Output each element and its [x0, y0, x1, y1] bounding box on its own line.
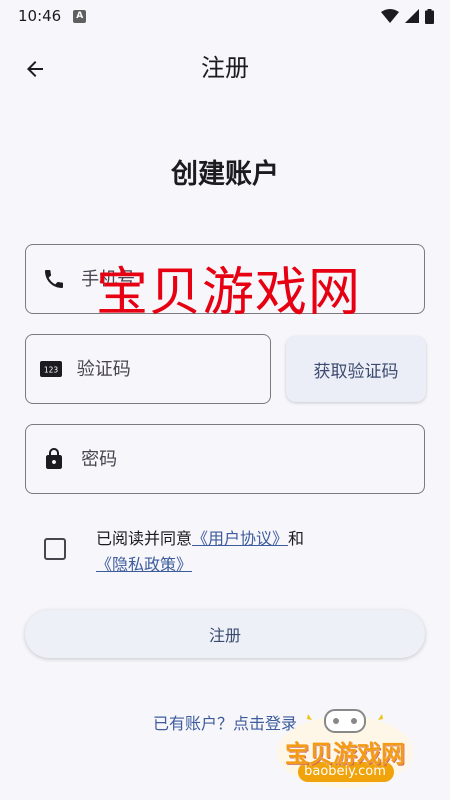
password-input[interactable]	[81, 448, 424, 470]
page-title: 创建账户	[171, 159, 279, 190]
notification-icon: A	[73, 9, 87, 23]
status-bar: 10:46 A	[0, 0, 450, 32]
watermark-logo-name: 宝贝游戏网	[285, 740, 405, 768]
wifi-icon	[381, 9, 399, 23]
phone-field[interactable]	[25, 244, 425, 314]
phone-icon	[26, 267, 81, 291]
cellular-icon	[405, 9, 419, 23]
register-button[interactable]: 注册	[25, 610, 425, 658]
verification-code-field[interactable]: 123	[25, 334, 271, 404]
agreement-text: 已阅读并同意《用户协议》和《隐私政策》	[96, 526, 396, 578]
battery-icon	[425, 8, 434, 24]
app-bar-title: 注册	[201, 54, 249, 82]
get-code-button[interactable]: 获取验证码	[286, 336, 426, 402]
agreement-and: 和	[288, 529, 305, 548]
app-bar: 注册	[0, 40, 450, 96]
privacy-policy-link[interactable]: 《隐私政策》	[96, 555, 192, 574]
status-icons	[381, 8, 434, 24]
login-link[interactable]: 已有账户？点击登录	[0, 710, 450, 734]
agreement-prefix: 已阅读并同意	[96, 529, 193, 548]
status-time: 10:46	[18, 7, 62, 25]
watermark-url-pill	[298, 762, 394, 782]
lock-icon	[26, 447, 81, 471]
user-agreement-link[interactable]: 《用户协议》	[192, 529, 288, 548]
arrow-back-icon	[27, 61, 43, 77]
svg-text:123: 123	[44, 366, 59, 375]
agreement-checkbox[interactable]	[44, 538, 66, 560]
phone-input[interactable]	[81, 268, 424, 290]
back-button[interactable]	[18, 52, 52, 86]
verification-code-input[interactable]	[76, 358, 270, 380]
pin-icon: 123	[26, 359, 77, 379]
watermark-url: baobeiy.com	[304, 764, 386, 779]
password-field[interactable]	[25, 424, 425, 494]
